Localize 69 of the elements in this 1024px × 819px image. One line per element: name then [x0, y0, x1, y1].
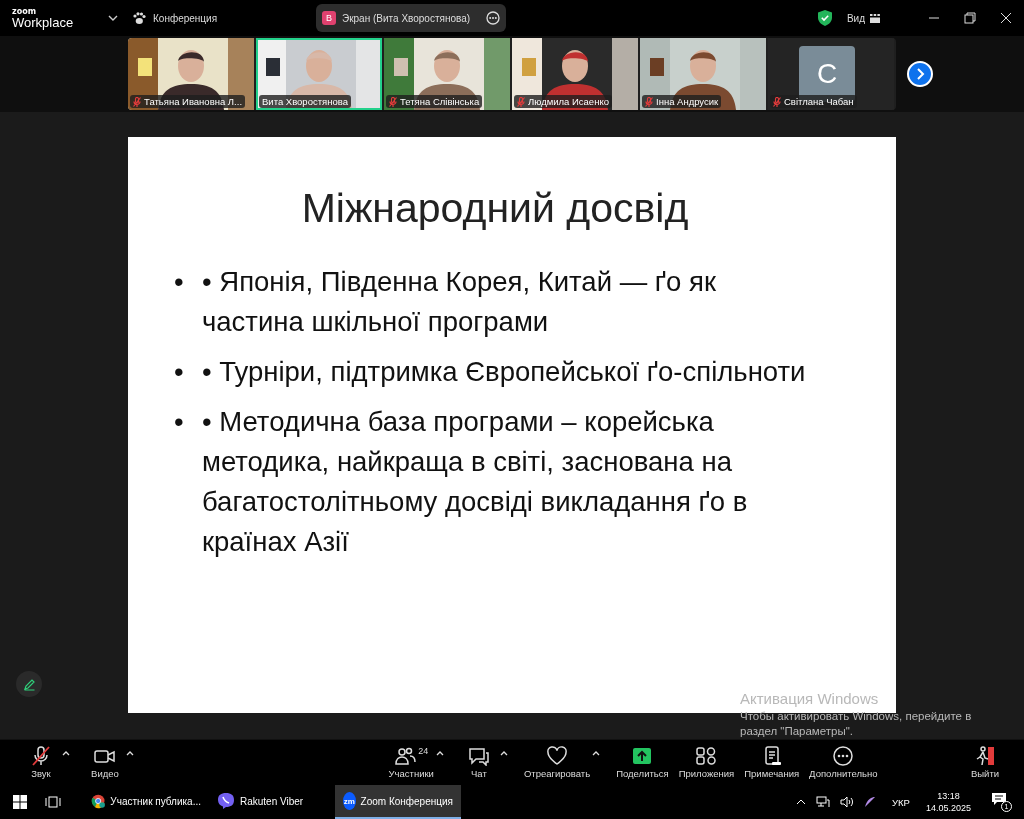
chevron-down-icon[interactable]	[108, 15, 118, 21]
activation-text: Чтобы активировать Windows, перейдите в раздел "Параметры".	[740, 709, 973, 739]
caret-icon[interactable]	[592, 751, 601, 756]
windows-start-icon[interactable]	[13, 795, 27, 809]
bullet-text: • Японія, Південна Корея, Китай — ґо як частина шкільної програми	[202, 265, 717, 339]
apps-icon	[695, 746, 718, 766]
browser-icon	[91, 792, 106, 810]
taskbar-app[interactable]: Rakuten Viber	[209, 785, 335, 819]
participant-name: Вита Хворостянова	[259, 95, 351, 108]
audio-button[interactable]: Звук	[22, 746, 60, 779]
share-icon	[631, 746, 654, 766]
caret-icon[interactable]	[435, 751, 444, 756]
participants-button[interactable]: 24 Участники	[388, 746, 434, 779]
bullet-marker: •	[174, 265, 184, 299]
share-label: Экран (Вита Хворостянова)	[342, 12, 472, 24]
bullet-marker: •	[174, 355, 184, 389]
exit-icon	[974, 746, 996, 766]
grid-icon	[870, 13, 880, 23]
feather-icon[interactable]	[864, 796, 877, 808]
more-icon[interactable]	[486, 11, 500, 25]
phone-bubble-icon	[217, 792, 235, 810]
notes-button[interactable]: Примечания	[744, 746, 800, 779]
participant-count: 24	[418, 746, 429, 756]
restore-icon[interactable]	[964, 12, 976, 24]
caret-icon[interactable]	[126, 751, 134, 756]
clock[interactable]: 13:18 14.05.2025	[925, 790, 971, 814]
slide-title: Міжнародний досвід	[300, 185, 690, 232]
notification-icon	[991, 792, 1007, 806]
participant-name: Татьяна Ивановна Л...	[130, 95, 245, 108]
meeting-info-button[interactable]: Конференция	[132, 11, 218, 25]
annotate-button[interactable]	[16, 671, 42, 697]
view-button[interactable]: Вид	[846, 12, 880, 24]
task-view-icon[interactable]	[45, 796, 61, 808]
language-indicator[interactable]: УКР	[892, 796, 910, 808]
bullet-text: • Методична база програми – корейська методика, найкраща в світі, заснована на багатостолітньому досвіді викладання ґо в країнах Азії	[202, 405, 749, 559]
caret-icon[interactable]	[499, 751, 508, 756]
taskbar-app[interactable]: zm Zoom Конференция	[335, 785, 461, 819]
pencil-icon	[22, 677, 36, 691]
heart-icon	[546, 746, 569, 766]
taskbar-app[interactable]: Участник публика...	[83, 785, 209, 819]
people-icon	[394, 746, 417, 766]
react-button[interactable]: Отреагировать	[523, 746, 591, 779]
leave-button[interactable]: Выйти	[966, 746, 1004, 779]
participant-name: Інна Андрусик	[642, 95, 722, 108]
video-button[interactable]: Видео	[86, 746, 124, 779]
next-page-icon[interactable]	[907, 61, 933, 87]
participant-name: Людмила Исаенко	[514, 95, 612, 108]
share-badge: В	[322, 11, 336, 25]
activation-title: Активация Windows	[740, 690, 880, 707]
paw-icon	[132, 11, 146, 25]
shield-icon[interactable]	[817, 10, 832, 26]
bullet-marker: •	[174, 405, 184, 439]
more-icon	[832, 746, 855, 766]
screen-share-pill[interactable]: В Экран (Вита Хворостянова)	[316, 4, 506, 32]
bullet-text: • Турніри, підтримка Європейської ґо-спільноти	[202, 355, 806, 389]
more-button[interactable]: Дополнительно	[809, 746, 878, 779]
apps-button[interactable]: Приложения	[678, 746, 735, 779]
close-icon[interactable]	[1000, 12, 1012, 24]
share-button[interactable]: Поделиться	[616, 746, 669, 779]
speaker-icon[interactable]	[840, 796, 855, 808]
network-icon[interactable]	[816, 796, 831, 808]
zoom-logo: zoom Workplace	[12, 7, 75, 29]
participant-name: Світлана Чабан	[770, 95, 857, 108]
zoom-app-icon: zm	[343, 792, 356, 810]
chat-button[interactable]: Чат	[459, 746, 498, 779]
participant-name: Тетяна Слівінська	[386, 95, 483, 108]
chat-icon	[467, 746, 490, 766]
caret-icon[interactable]	[62, 751, 70, 756]
chevron-up-icon[interactable]	[796, 799, 807, 805]
